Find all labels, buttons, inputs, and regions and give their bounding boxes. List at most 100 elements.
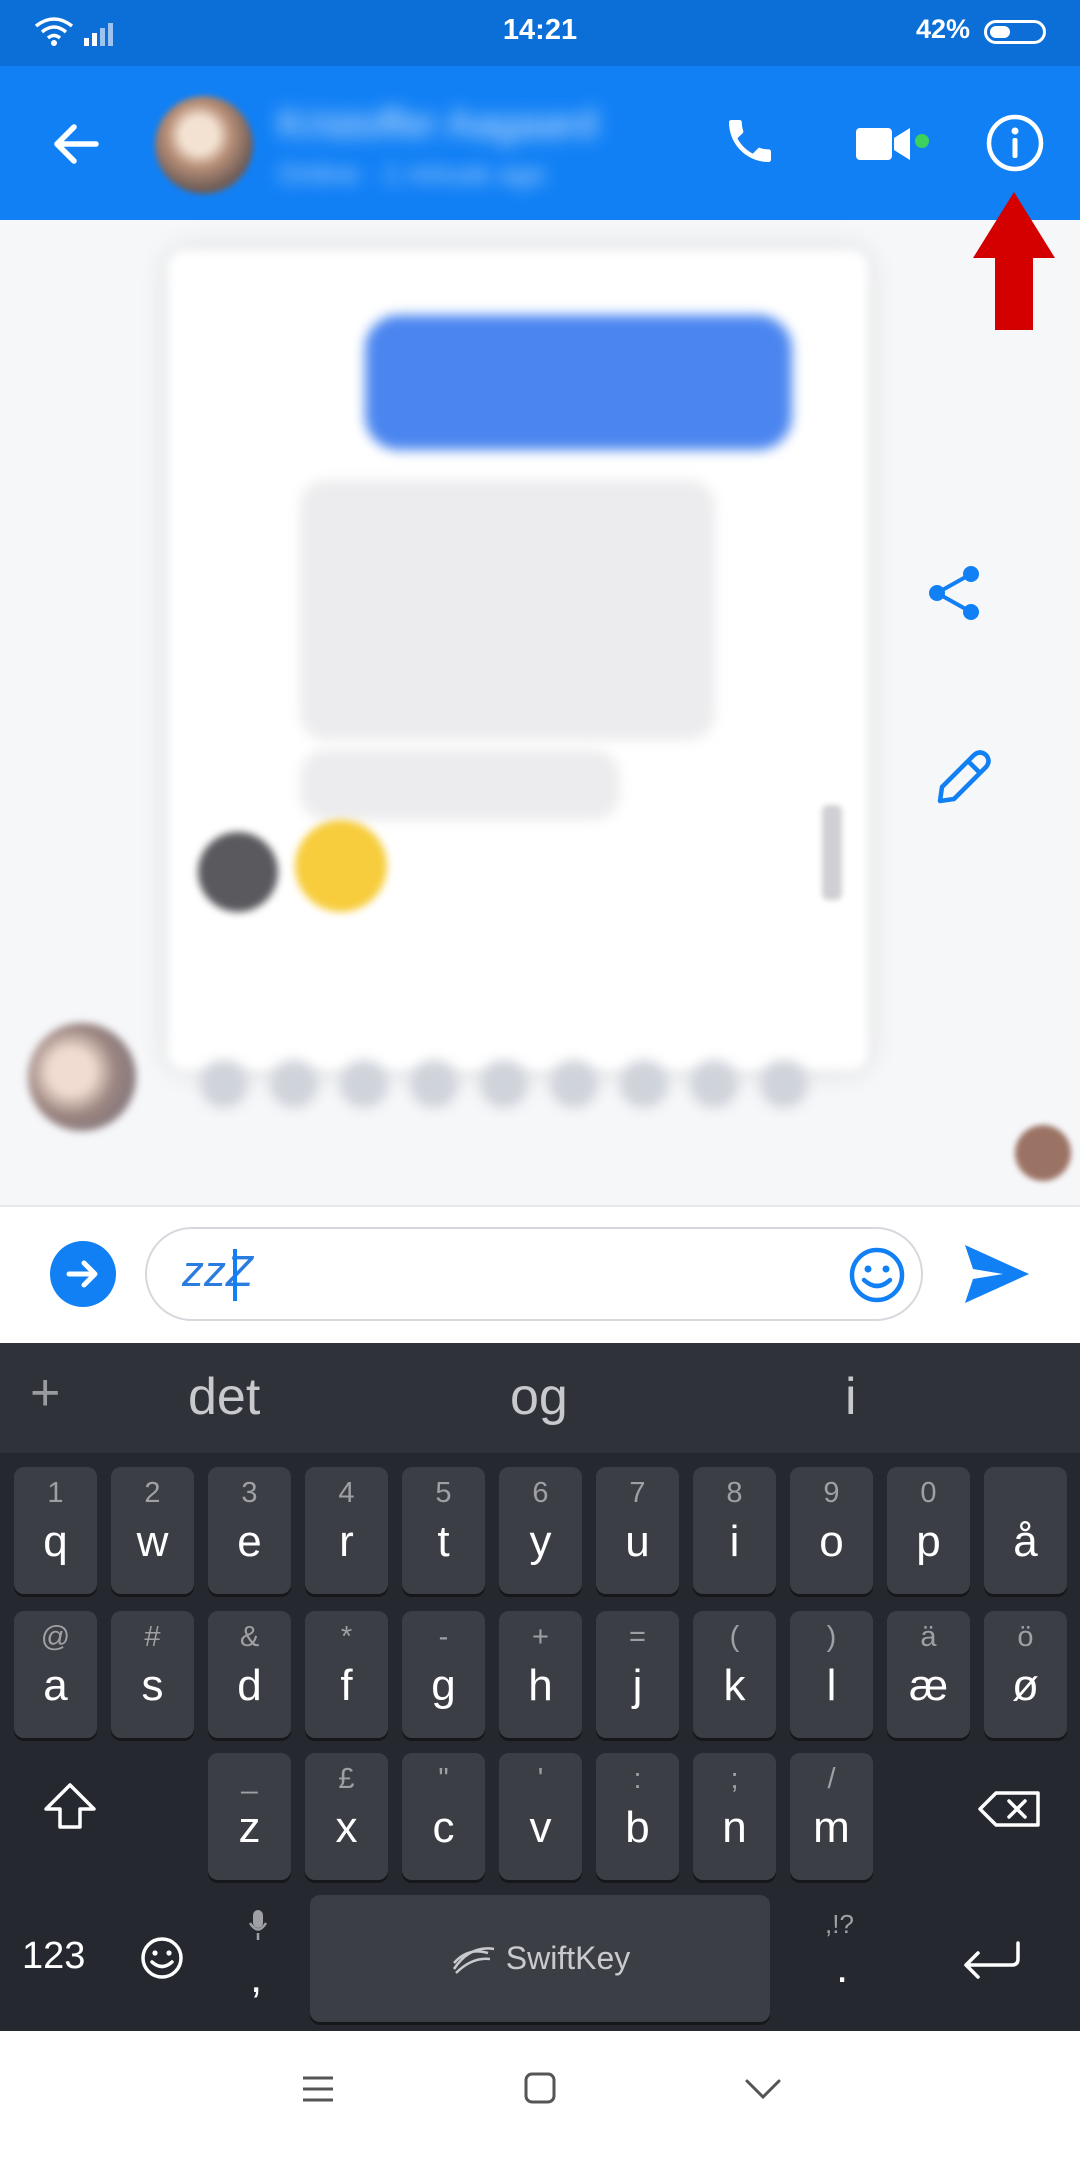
key-hint: / (827, 1763, 836, 1795)
comma-key[interactable]: , (250, 1953, 262, 2003)
key-e[interactable]: 3e (208, 1467, 291, 1594)
key-b[interactable]: :b (596, 1753, 679, 1880)
key-hint: 2 (144, 1477, 161, 1509)
backspace-icon[interactable] (978, 1789, 1042, 1829)
key-w[interactable]: 2w (111, 1467, 194, 1594)
menu-icon[interactable] (300, 2073, 336, 2105)
sender-avatar (198, 832, 278, 912)
key-l[interactable]: ) l (790, 1611, 873, 1738)
battery-percent: 42% (915, 14, 970, 44)
key-p[interactable]: 0p (887, 1467, 970, 1594)
incoming-message-bubble (300, 480, 715, 740)
key-d[interactable]: & d (208, 1611, 291, 1738)
key-hint: - (438, 1621, 449, 1653)
key-hint: £ (338, 1763, 355, 1795)
key-hint: 4 (338, 1477, 355, 1509)
annotation-arrow-icon (973, 192, 1055, 330)
contact-name[interactable]: Kristoffer Aagaard (278, 102, 597, 147)
key-label: z (238, 1803, 261, 1852)
message-composer: zzZ (0, 1205, 1080, 1345)
numbers-key[interactable]: 123 (22, 1935, 85, 1978)
emoji-sticker (295, 820, 387, 912)
key-label: p (916, 1517, 941, 1566)
key-hint: 8 (726, 1477, 743, 1509)
key-t[interactable]: 5t (402, 1467, 485, 1594)
emoji-icon[interactable] (847, 1245, 907, 1305)
suggestion-3[interactable]: i (845, 1367, 857, 1427)
key-q[interactable]: 1q (14, 1467, 97, 1594)
chat-area (0, 220, 1080, 1205)
key-a[interactable]: @ a (14, 1611, 97, 1738)
info-icon[interactable] (980, 108, 1050, 178)
enter-icon[interactable] (958, 1937, 1024, 1979)
microphone-icon (248, 1910, 268, 1940)
period-key[interactable]: . (836, 1943, 848, 1993)
key-label: l (826, 1661, 837, 1710)
period-key-hint: ,!? (825, 1909, 854, 1939)
shift-icon[interactable] (42, 1781, 98, 1831)
edit-pencil-icon[interactable] (932, 745, 996, 809)
key-z[interactable]: _ z (208, 1753, 291, 1880)
emoji-key-icon[interactable] (140, 1936, 184, 1980)
key-label: å (1013, 1517, 1038, 1566)
key-hint: @ (40, 1621, 71, 1653)
key-hint: : (633, 1763, 642, 1795)
swiftkey-logo-icon (452, 1946, 494, 1974)
key-v[interactable]: ' v (499, 1753, 582, 1880)
video-call-icon[interactable] (850, 114, 916, 174)
more-actions-button[interactable] (50, 1241, 116, 1307)
suggestion-bar: + det og i (0, 1343, 1080, 1453)
contact-status: Online · 1 minute ago (278, 158, 546, 189)
key-hint: " (438, 1763, 449, 1795)
sender-avatar (28, 1023, 136, 1131)
key-hint: 9 (823, 1477, 840, 1509)
key-label: m (813, 1803, 850, 1852)
space-key[interactable]: SwiftKey (310, 1895, 770, 2022)
key-hint: 3 (241, 1477, 258, 1509)
key-x[interactable]: £ x (305, 1753, 388, 1880)
toolbar-plus-icon[interactable]: + (30, 1363, 60, 1423)
key-label: f (340, 1661, 353, 1710)
send-icon[interactable] (963, 1243, 1031, 1305)
key-label: n (722, 1803, 747, 1852)
key-s[interactable]: # s (111, 1611, 194, 1738)
key-f[interactable]: * f (305, 1611, 388, 1738)
phone-call-icon[interactable] (715, 106, 785, 176)
key-r[interactable]: 4r (305, 1467, 388, 1594)
key-m[interactable]: / m (790, 1753, 873, 1880)
message-input[interactable]: zzZ (145, 1227, 923, 1321)
key-hint: + (532, 1621, 549, 1653)
seen-avatar (1015, 1125, 1071, 1181)
back-arrow-icon[interactable] (40, 108, 112, 180)
suggestion-2[interactable]: og (510, 1367, 568, 1427)
key-o[interactable]: 9o (790, 1467, 873, 1594)
key-y[interactable]: 6y (499, 1467, 582, 1594)
blurred-toolbar (200, 1060, 840, 1110)
key-ø[interactable]: öø (984, 1611, 1067, 1738)
key-label: e (237, 1517, 262, 1566)
key-g[interactable]: -g (402, 1611, 485, 1738)
key-h[interactable]: + h (499, 1611, 582, 1738)
home-icon[interactable] (523, 2071, 557, 2105)
key-c[interactable]: " c (402, 1753, 485, 1880)
key-label: u (625, 1517, 650, 1566)
key-hint: * (340, 1621, 353, 1653)
key-hint: & (239, 1621, 260, 1653)
text-cursor (233, 1249, 237, 1301)
key-n[interactable]: ; n (693, 1753, 776, 1880)
contact-avatar[interactable] (155, 96, 253, 194)
back-chevron-icon[interactable] (744, 2077, 782, 2101)
suggestion-1[interactable]: det (188, 1367, 260, 1427)
key-i[interactable]: 8i (693, 1467, 776, 1594)
key-hint: ( (729, 1621, 740, 1653)
key-k[interactable]: (k (693, 1611, 776, 1738)
key-u[interactable]: 7u (596, 1467, 679, 1594)
key-å[interactable]: å (984, 1467, 1067, 1594)
key-hint: ' (537, 1763, 544, 1795)
key-label: j (632, 1661, 643, 1710)
share-icon[interactable] (925, 562, 985, 624)
key-hint: ö (1017, 1621, 1034, 1653)
key-æ[interactable]: äæ (887, 1611, 970, 1738)
key-j[interactable]: = j (596, 1611, 679, 1738)
swiftkey-keyboard: + det og i 1 q 2 w 3 e 4 r 5 t 6 y 7 u 8 i 9 o 0 p å @ a # s & d * f… (0, 1343, 1080, 2031)
